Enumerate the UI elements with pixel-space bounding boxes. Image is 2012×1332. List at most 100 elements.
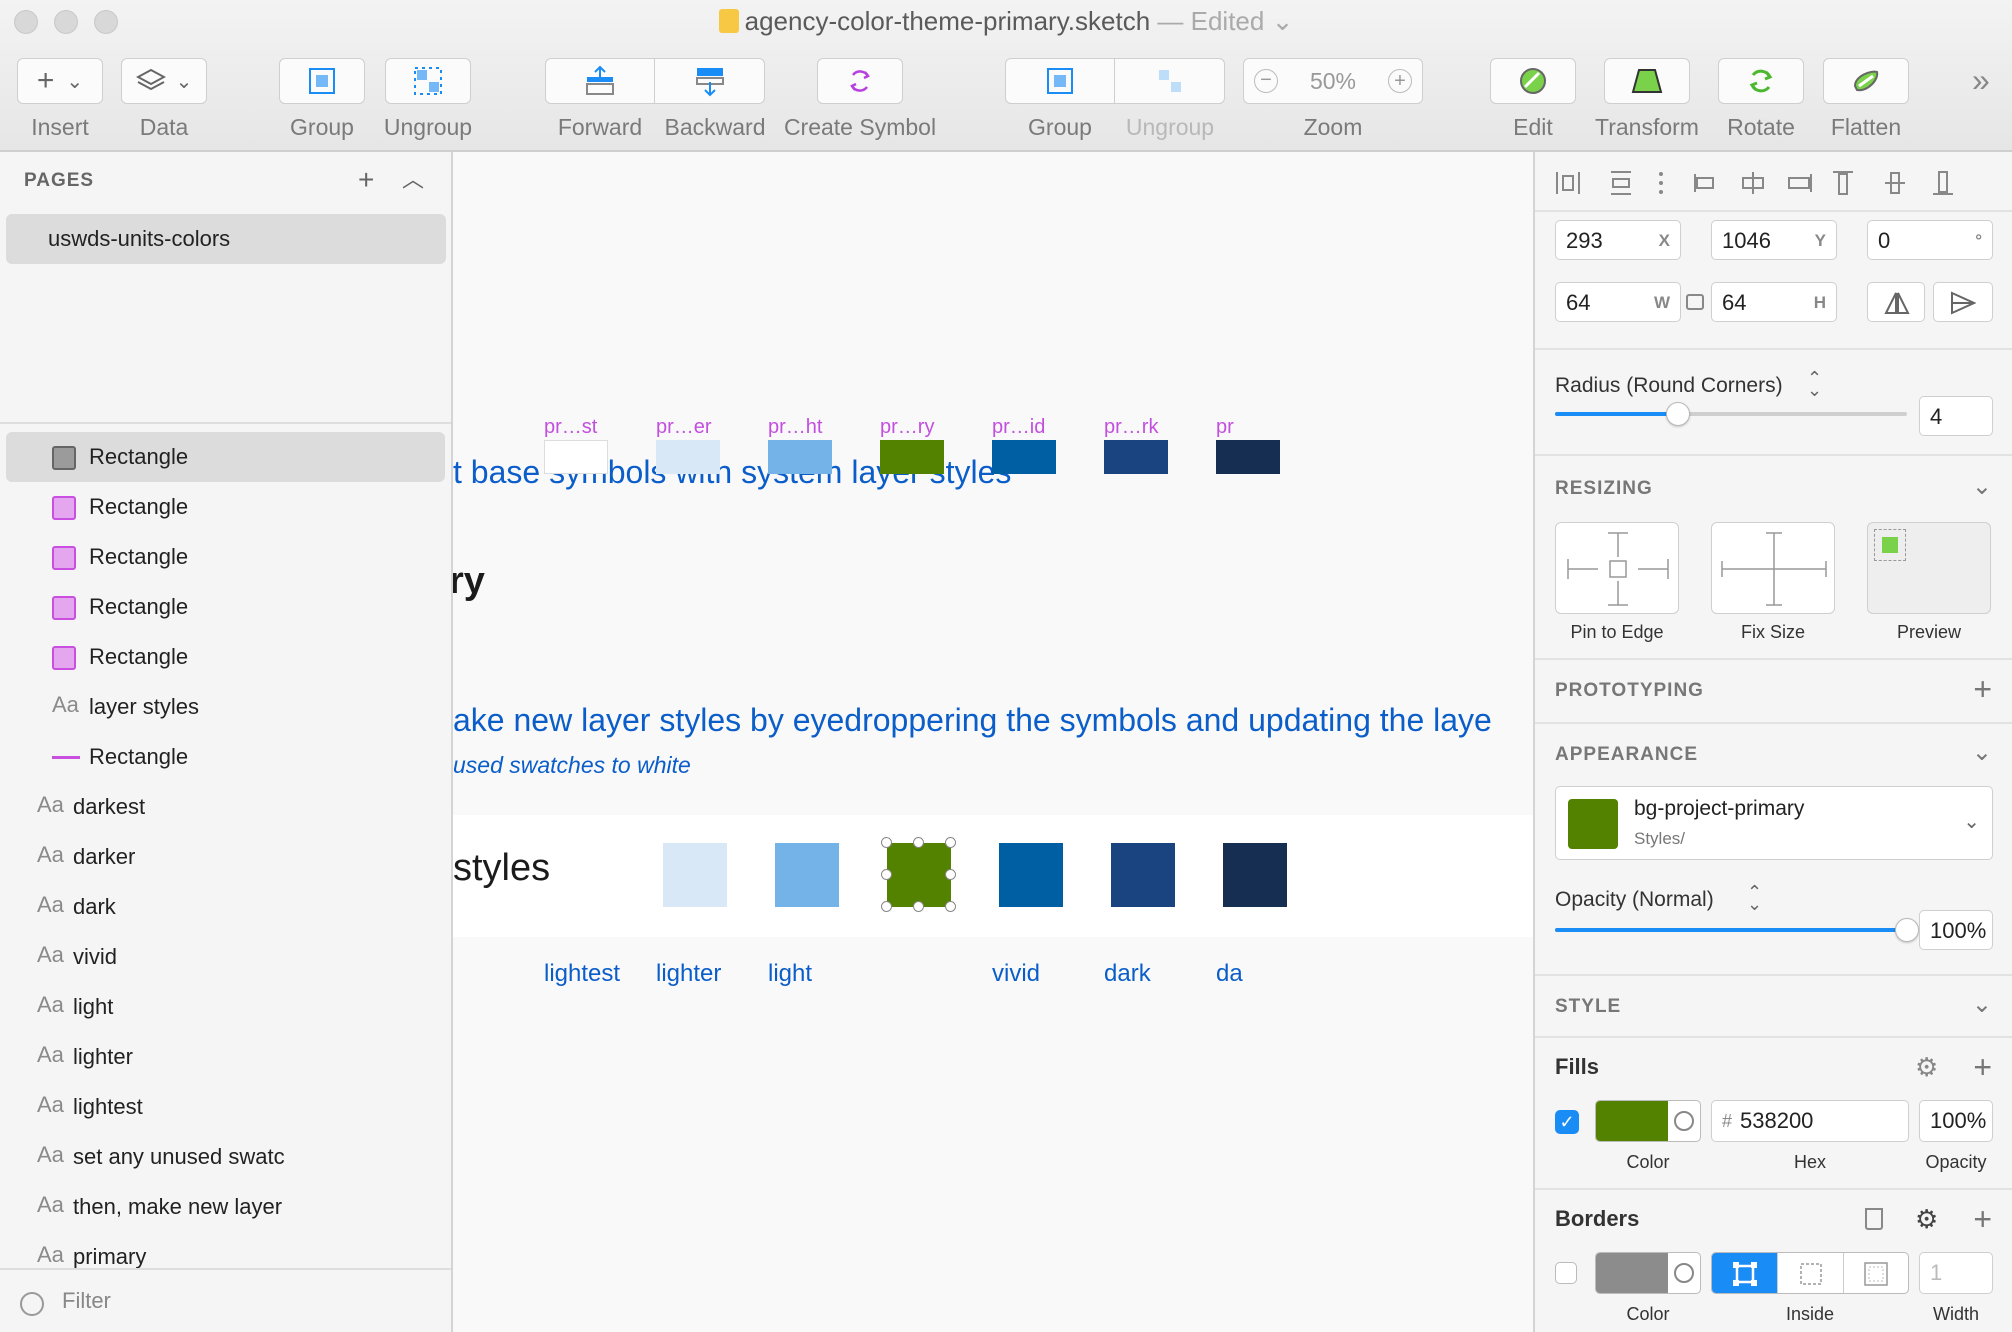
layer-row[interactable]: Aa set any unused swatc [0, 1132, 451, 1182]
canvas[interactable]: t base symbols with system layer styles … [453, 152, 1533, 1332]
pin-to-edge-box[interactable] [1555, 522, 1679, 614]
layer-row[interactable]: Aa lighter [0, 1032, 451, 1082]
zoom-out-button[interactable]: − [1254, 69, 1278, 93]
forward-button[interactable] [546, 59, 655, 103]
opacity-field[interactable]: 100% [1919, 910, 1993, 950]
fill-opacity-field[interactable]: 100% [1919, 1100, 1993, 1142]
resize-handle[interactable] [881, 837, 892, 848]
layer-row[interactable]: Rectangle [0, 532, 451, 582]
style-swatch[interactable] [663, 843, 727, 907]
resize-handle[interactable] [913, 837, 924, 848]
style-swatch[interactable] [775, 843, 839, 907]
radius-slider-knob[interactable] [1666, 402, 1690, 426]
borders-settings-gear-icon[interactable]: ⚙ [1915, 1204, 1938, 1235]
flip-horizontal-button[interactable] [1867, 282, 1925, 322]
border-enabled-checkbox[interactable] [1555, 1262, 1577, 1284]
add-prototyping-icon[interactable]: + [1973, 673, 1992, 705]
add-fill-icon[interactable]: + [1973, 1051, 1992, 1083]
rotate-button[interactable] [1718, 58, 1804, 104]
filter-icon[interactable] [20, 1292, 44, 1316]
style-swatch[interactable] [999, 843, 1063, 907]
chevron-down-icon[interactable]: ⌄ [1972, 990, 1992, 1019]
group-button-2[interactable] [1006, 59, 1115, 103]
resize-handle[interactable] [881, 901, 892, 912]
fill-enabled-checkbox[interactable]: ✓ [1555, 1110, 1579, 1134]
filter-input[interactable]: Filter [62, 1288, 111, 1314]
border-inside-button[interactable] [1712, 1253, 1778, 1293]
layer-row[interactable]: Rectangle [0, 582, 451, 632]
data-button[interactable]: ⌄ [121, 58, 207, 104]
layer-row[interactable]: Rectangle [0, 732, 451, 782]
symbol-swatch[interactable] [656, 440, 720, 474]
page-item-selected[interactable]: uswds-units-colors [6, 214, 446, 264]
insert-button[interactable]: + ⌄ [17, 58, 103, 104]
layer-style-selector[interactable]: bg-project-primary Styles/ ⌄ [1555, 786, 1993, 860]
resize-handle[interactable] [945, 837, 956, 848]
radius-slider[interactable] [1555, 402, 1907, 426]
style-swatch[interactable] [1223, 843, 1287, 907]
flatten-button[interactable] [1823, 58, 1909, 104]
backward-button[interactable] [655, 59, 764, 103]
symbol-swatch[interactable] [1104, 440, 1168, 474]
zoom-value[interactable]: 50% [1310, 68, 1356, 95]
x-field[interactable]: 293 X [1555, 220, 1681, 260]
symbol-swatch[interactable] [544, 440, 608, 474]
layer-row[interactable]: Aa layer styles [0, 682, 451, 732]
fills-settings-gear-icon[interactable]: ⚙ [1915, 1052, 1938, 1083]
layer-row[interactable]: Aa vivid [0, 932, 451, 982]
resize-handle[interactable] [913, 901, 924, 912]
group-button[interactable] [279, 58, 365, 104]
fill-hex-field[interactable]: # 538200 [1711, 1100, 1909, 1142]
symbol-swatch[interactable] [992, 440, 1056, 474]
toolbar-overflow-button[interactable]: » [1972, 62, 1990, 99]
ungroup-button[interactable] [385, 58, 471, 104]
border-outside-button[interactable] [1842, 1253, 1908, 1293]
resize-handle[interactable] [881, 869, 892, 880]
layer-row[interactable]: Rectangle [0, 632, 451, 682]
layer-row[interactable]: Aa then, make new layer [0, 1182, 451, 1232]
layer-row[interactable]: Aa light [0, 982, 451, 1032]
add-page-icon[interactable]: + [358, 166, 374, 194]
rotation-field[interactable]: 0 ° [1867, 220, 1993, 260]
layer-row[interactable]: Rectangle [0, 482, 451, 532]
fill-color-well[interactable] [1595, 1100, 1701, 1142]
create-symbol-button[interactable] [817, 58, 903, 104]
resize-handle[interactable] [945, 901, 956, 912]
height-field[interactable]: 64 H [1711, 282, 1837, 322]
collapse-pages-icon[interactable]: ︿ [402, 166, 424, 194]
transform-button[interactable] [1604, 58, 1690, 104]
add-border-icon[interactable]: + [1973, 1203, 1992, 1235]
style-swatch[interactable] [1111, 843, 1175, 907]
zoom-in-button[interactable]: + [1387, 69, 1412, 93]
border-color-well[interactable] [1595, 1252, 1701, 1294]
chevron-down-icon[interactable]: ⌄ [1972, 738, 1992, 767]
border-inside-alt-button[interactable] [1777, 1253, 1842, 1293]
layer-row[interactable]: Aa darker [0, 832, 451, 882]
symbol-swatch[interactable] [880, 440, 944, 474]
fix-size-box[interactable] [1711, 522, 1835, 614]
resize-handle[interactable] [945, 869, 956, 880]
opacity-slider[interactable] [1555, 918, 1919, 942]
opacity-slider-knob[interactable] [1895, 918, 1919, 942]
y-field[interactable]: 1046 Y [1711, 220, 1837, 260]
radius-mode-stepper[interactable]: ⌃ ⌄ [1807, 369, 1822, 399]
ungroup-button-2[interactable] [1115, 59, 1224, 103]
trash-icon[interactable] [1865, 1208, 1883, 1230]
selected-style-swatch[interactable] [887, 843, 951, 907]
layer-row[interactable]: Aa dark [0, 882, 451, 932]
flip-vertical-button[interactable] [1933, 282, 1993, 322]
lock-icon[interactable] [1686, 294, 1704, 310]
width-field[interactable]: 64 W [1555, 282, 1681, 322]
chevron-down-icon[interactable]: ⌄ [1264, 6, 1294, 36]
layer-row[interactable]: Aa darkest [0, 782, 451, 832]
symbol-swatch[interactable] [768, 440, 832, 474]
layer-row[interactable]: Rectangle [6, 432, 445, 482]
blend-mode-stepper[interactable]: ⌃ ⌄ [1747, 883, 1762, 913]
symbol-swatch[interactable] [1216, 440, 1280, 474]
edited-status[interactable]: Edited [1191, 6, 1265, 36]
radius-field[interactable]: 4 [1919, 396, 1993, 436]
layer-row[interactable]: Aa lightest [0, 1082, 451, 1132]
edit-button[interactable] [1490, 58, 1576, 104]
chevron-down-icon[interactable]: ⌄ [1972, 472, 1992, 501]
border-width-field[interactable]: 1 [1919, 1252, 1993, 1294]
